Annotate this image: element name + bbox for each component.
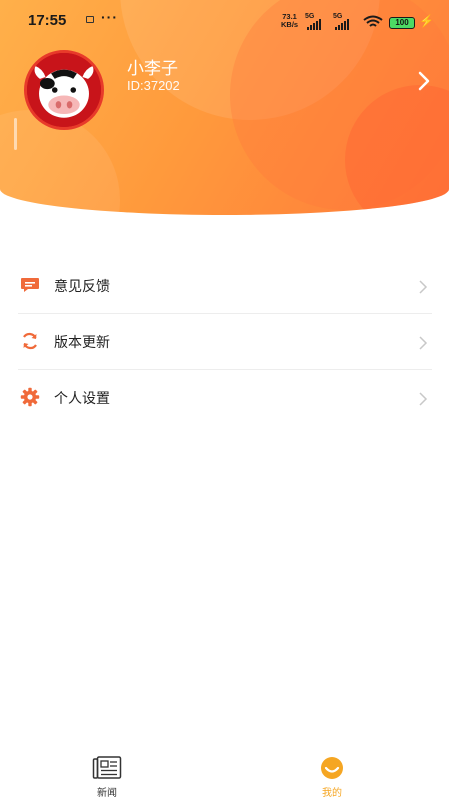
tab-news[interactable]: 新闻 xyxy=(77,754,137,800)
user-id: ID:37202 xyxy=(127,78,180,93)
network-speed-unit: KB/s xyxy=(281,20,299,29)
bottom-tab-bar: 新闻 我的 xyxy=(0,746,449,800)
status-time: 17:55 xyxy=(28,12,67,29)
smile-icon xyxy=(321,757,343,779)
avatar[interactable] xyxy=(24,50,104,130)
cow-avatar-icon xyxy=(27,53,101,127)
menu-item-label: 意见反馈 xyxy=(54,279,110,295)
chevron-right-icon xyxy=(419,336,428,350)
settings-menu: 意见反馈 版本更新 个人设置 xyxy=(18,258,432,426)
menu-item-settings[interactable]: 个人设置 xyxy=(18,370,432,426)
chevron-right-icon xyxy=(419,392,428,406)
battery-icon: 100 xyxy=(389,17,415,29)
chevron-right-icon xyxy=(419,280,428,294)
refresh-icon xyxy=(23,332,37,350)
network-speed: 73.1 KB/s xyxy=(281,13,298,29)
wifi-icon xyxy=(363,15,383,27)
tab-mine[interactable]: 我的 xyxy=(302,754,362,800)
notification-icon xyxy=(86,16,94,23)
menu-item-update[interactable]: 版本更新 xyxy=(18,314,432,370)
tab-label: 我的 xyxy=(322,788,342,799)
tab-label: 新闻 xyxy=(97,788,117,799)
menu-item-label: 个人设置 xyxy=(54,391,110,407)
menu-item-label: 版本更新 xyxy=(54,335,110,351)
newspaper-icon xyxy=(92,756,122,779)
more-notifications-icon: ··· xyxy=(101,9,118,25)
status-bar: 17:55 ··· 73.1 KB/s 5G 5G 100 ⚡ xyxy=(0,0,449,40)
edge-handle xyxy=(14,118,17,150)
gear-icon xyxy=(20,387,40,407)
menu-item-feedback[interactable]: 意见反馈 xyxy=(18,258,432,314)
user-name: 小李子 xyxy=(127,59,178,79)
feedback-icon xyxy=(21,278,39,292)
charging-icon: ⚡ xyxy=(419,14,434,28)
chevron-right-icon[interactable] xyxy=(416,70,432,92)
profile-header: 17:55 ··· 73.1 KB/s 5G 5G 100 ⚡ 小李子 ID:3… xyxy=(0,0,449,215)
